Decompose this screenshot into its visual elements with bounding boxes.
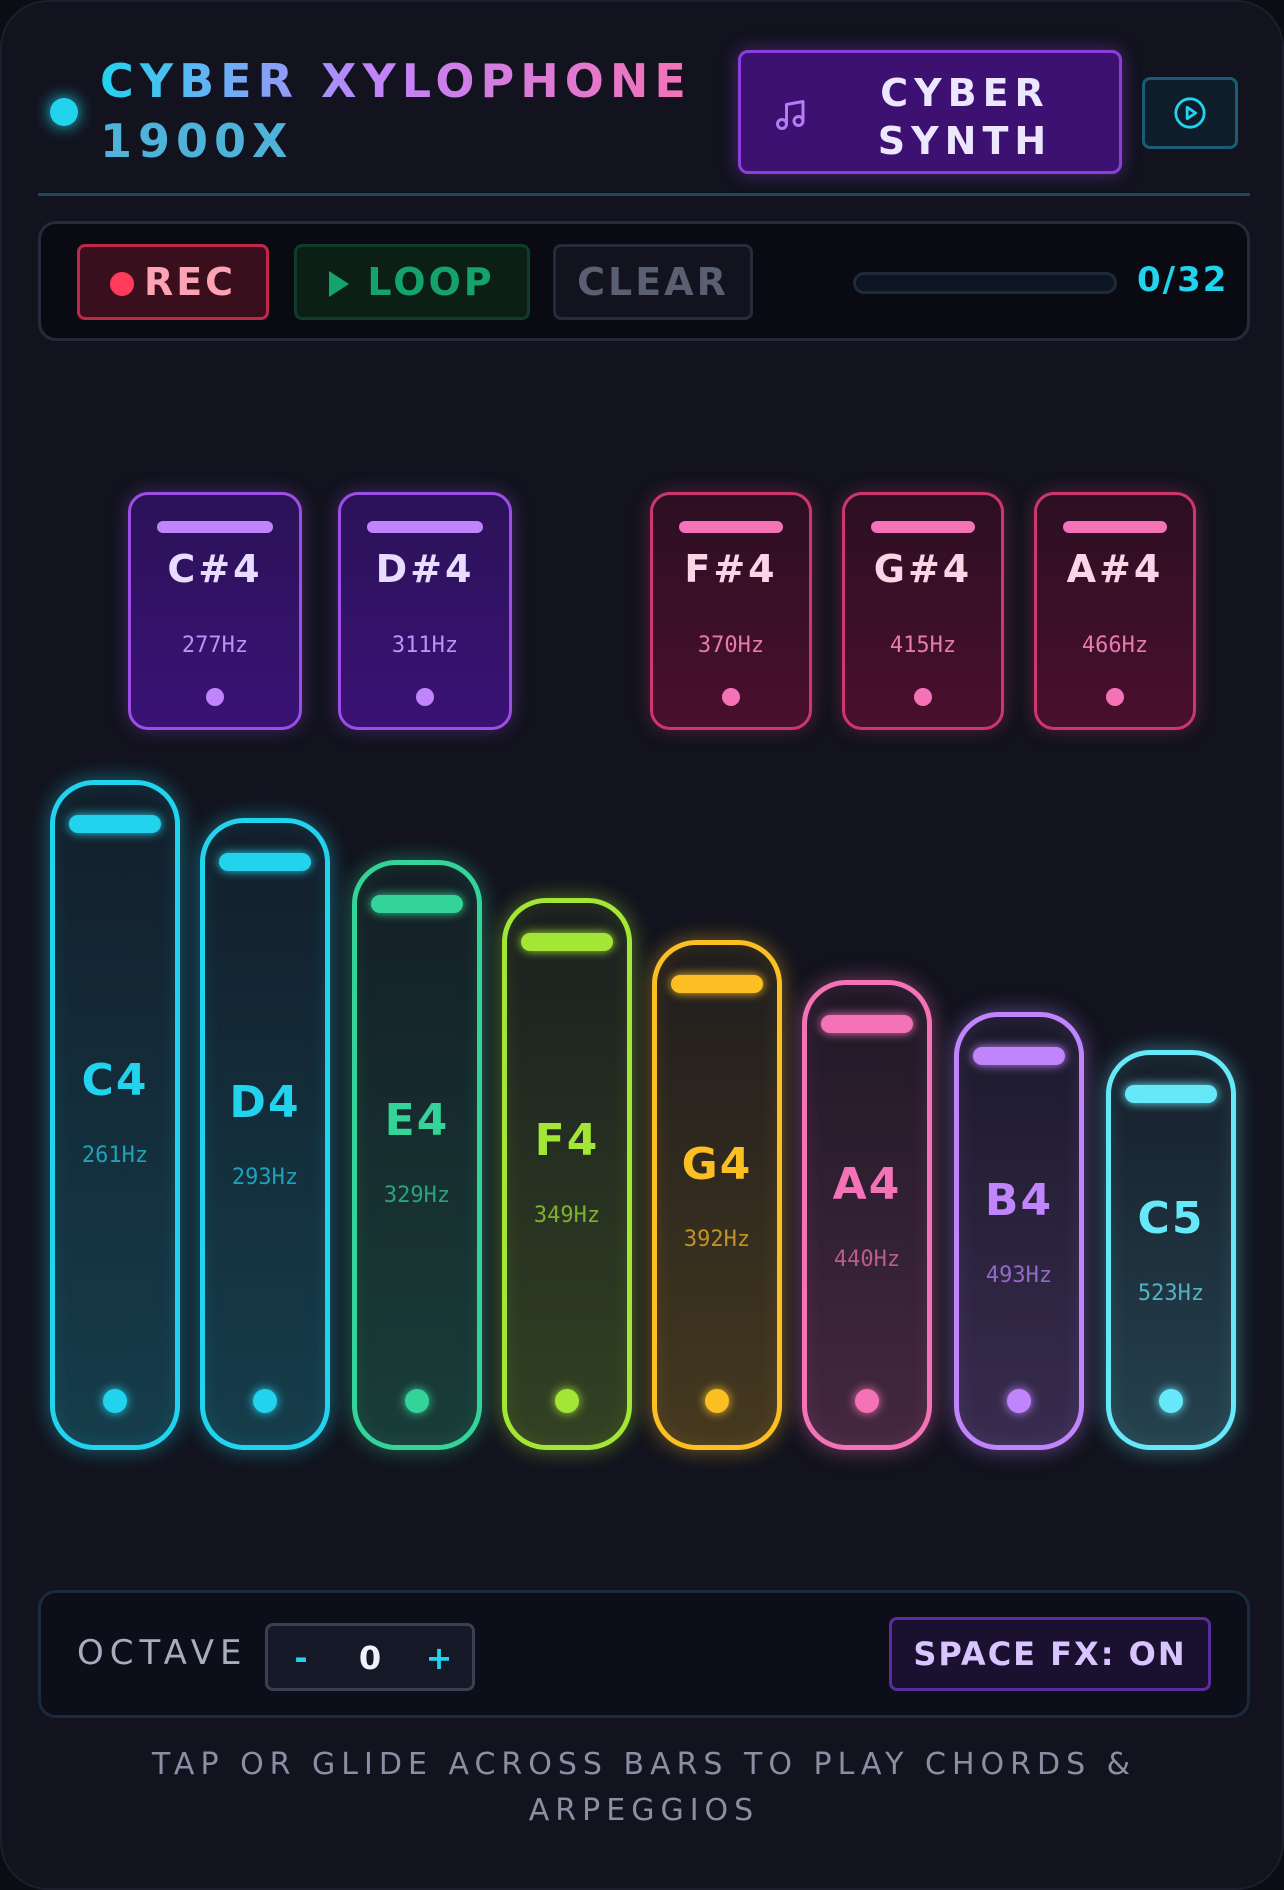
key-f-sharp-4[interactable]: F#4 370Hz (650, 492, 812, 730)
key-frequency-label: 311Hz (391, 633, 459, 658)
key-frequency-label: 440Hz (833, 1247, 901, 1272)
key-highlight-bar (821, 1015, 913, 1033)
key-indicator-dot (555, 1389, 579, 1413)
octave-stepper: - 0 + (265, 1623, 475, 1691)
loop-label: LOOP (367, 260, 495, 304)
loop-button[interactable]: LOOP (294, 244, 530, 320)
key-highlight-bar (871, 521, 975, 533)
record-dot-icon (109, 272, 134, 296)
play-triangle-icon (329, 271, 350, 297)
key-frequency-label: 523Hz (1137, 1281, 1205, 1306)
octave-value: 0 (358, 1639, 382, 1677)
octave-increase-button[interactable]: + (414, 1634, 464, 1682)
key-indicator-dot (914, 688, 932, 706)
key-note-label: A#4 (1066, 547, 1164, 591)
key-frequency-label: 415Hz (889, 633, 957, 658)
instruction-hint: TAP OR GLIDE ACROSS BARS TO PLAY CHORDS … (151, 1747, 1137, 1828)
key-highlight-bar (371, 895, 463, 913)
key-frequency-label: 392Hz (683, 1227, 751, 1252)
key-indicator-dot (1159, 1389, 1183, 1413)
settings-panel: OCTAVE - 0 + SPACE FX: ON (38, 1590, 1250, 1718)
key-d4[interactable]: D4 293Hz (200, 818, 330, 1450)
play-button[interactable] (1142, 77, 1238, 149)
key-note-label: F4 (534, 1115, 600, 1166)
key-indicator-dot (722, 688, 740, 706)
key-frequency-label: 277Hz (181, 633, 249, 658)
key-indicator-dot (103, 1389, 127, 1413)
clear-label: CLEAR (577, 260, 729, 304)
key-note-label: D#4 (375, 547, 475, 591)
key-f4[interactable]: F4 349Hz (502, 898, 632, 1450)
key-note-label: E4 (384, 1095, 450, 1146)
key-indicator-dot (416, 688, 434, 706)
clear-button[interactable]: CLEAR (553, 244, 753, 320)
key-note-label: C4 (81, 1055, 149, 1106)
key-e4[interactable]: E4 329Hz (352, 860, 482, 1450)
play-circle-icon (1174, 97, 1206, 129)
key-indicator-dot (1007, 1389, 1031, 1413)
key-highlight-bar (69, 815, 161, 833)
record-button[interactable]: REC (77, 244, 269, 320)
key-note-label: B4 (984, 1175, 1054, 1226)
octave-decrease-button[interactable]: - (276, 1634, 326, 1682)
key-indicator-dot (206, 688, 224, 706)
key-b4[interactable]: B4 493Hz (954, 1012, 1084, 1450)
key-frequency-label: 329Hz (383, 1183, 451, 1208)
key-d-sharp-4[interactable]: D#4 311Hz (338, 492, 512, 730)
key-note-label: C5 (1137, 1193, 1205, 1244)
key-c5[interactable]: C5 523Hz (1106, 1050, 1236, 1450)
key-indicator-dot (855, 1389, 879, 1413)
preset-label: CYBER SYNTH (877, 71, 1053, 163)
key-highlight-bar (679, 521, 783, 533)
key-highlight-bar (1063, 521, 1167, 533)
key-frequency-label: 261Hz (81, 1143, 149, 1168)
space-fx-toggle[interactable]: SPACE FX: ON (889, 1617, 1211, 1691)
key-g-sharp-4[interactable]: G#4 415Hz (842, 492, 1004, 730)
app-window: CYBER XYLOPHONE 1900X CYBER SYNTH REC LO… (0, 0, 1284, 1890)
key-highlight-bar (1125, 1085, 1217, 1103)
key-a4[interactable]: A4 440Hz (802, 980, 932, 1450)
key-highlight-bar (157, 521, 273, 533)
key-note-label: F#4 (684, 547, 778, 591)
record-label: REC (143, 260, 237, 304)
app-title: CYBER XYLOPHONE (100, 54, 692, 108)
header-divider (38, 193, 1250, 196)
key-highlight-bar (973, 1047, 1065, 1065)
recording-progress-bar (853, 272, 1117, 294)
key-note-label: G4 (681, 1139, 753, 1190)
key-indicator-dot (705, 1389, 729, 1413)
key-note-label: A4 (832, 1159, 902, 1210)
key-note-label: D4 (229, 1077, 301, 1128)
key-indicator-dot (405, 1389, 429, 1413)
key-frequency-label: 293Hz (231, 1165, 299, 1190)
preset-button[interactable]: CYBER SYNTH (738, 50, 1122, 174)
key-c4[interactable]: C4 261Hz (50, 780, 180, 1450)
key-frequency-label: 349Hz (533, 1203, 601, 1228)
status-indicator (50, 98, 78, 126)
key-c-sharp-4[interactable]: C#4 277Hz (128, 492, 302, 730)
key-highlight-bar (367, 521, 483, 533)
key-frequency-label: 370Hz (697, 633, 765, 658)
app-model-number: 1900X (100, 114, 294, 168)
key-note-label: C#4 (167, 547, 263, 591)
key-frequency-label: 466Hz (1081, 633, 1149, 658)
step-counter: 0/32 (1137, 260, 1229, 300)
key-frequency-label: 493Hz (985, 1263, 1053, 1288)
key-indicator-dot (253, 1389, 277, 1413)
key-highlight-bar (521, 933, 613, 951)
key-highlight-bar (219, 853, 311, 871)
music-note-icon (776, 100, 805, 130)
key-g4[interactable]: G4 392Hz (652, 940, 782, 1450)
octave-label: OCTAVE (77, 1633, 248, 1673)
recorder-panel: REC LOOP CLEAR 0/32 (38, 221, 1250, 341)
key-highlight-bar (671, 975, 763, 993)
key-a-sharp-4[interactable]: A#4 466Hz (1034, 492, 1196, 730)
key-indicator-dot (1106, 688, 1124, 706)
key-note-label: G#4 (873, 547, 973, 591)
